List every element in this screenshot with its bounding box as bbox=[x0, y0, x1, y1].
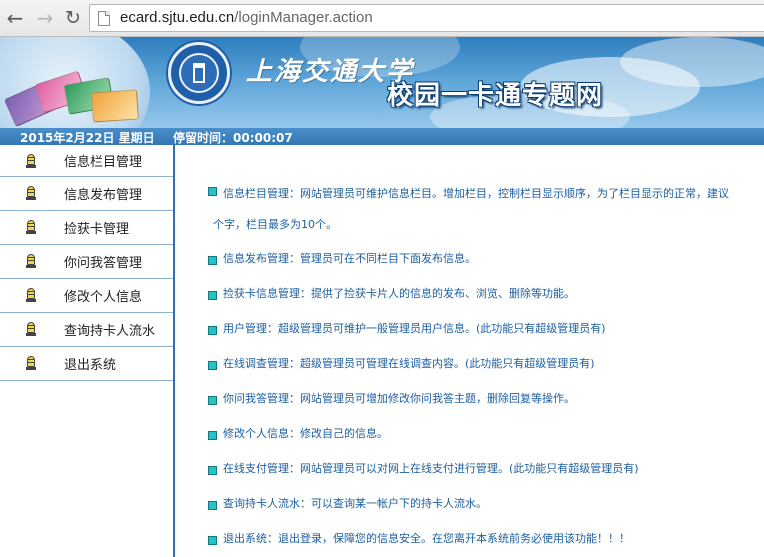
sidebar-item-cardholder-transactions[interactable]: 查询持卡人流水 bbox=[0, 313, 173, 347]
bullet-square-icon bbox=[208, 326, 217, 335]
site-title: 校园一卡通专题网 bbox=[387, 81, 604, 111]
description-item: 信息栏目管理：网站管理员可维护信息栏目。增加栏目，控制栏目显示顺序，为了栏目显示… bbox=[223, 187, 729, 200]
description-item: 查询持卡人流水：可以查询某一帐户下的持卡人流水。 bbox=[223, 497, 487, 510]
pencil-icon bbox=[26, 254, 36, 268]
pencil-icon bbox=[26, 322, 36, 336]
pencil-icon bbox=[26, 356, 36, 370]
sidebar-item-logout[interactable]: 退出系统 bbox=[0, 347, 173, 381]
campus-card-graphic bbox=[91, 89, 139, 123]
bullet-square-icon bbox=[208, 431, 217, 440]
bullet-square-icon bbox=[208, 187, 217, 196]
reload-icon[interactable]: ↻ bbox=[62, 7, 84, 29]
url-text[interactable]: ecard.sjtu.edu.cn/loginManager.action bbox=[120, 9, 373, 26]
url-host: ecard.sjtu.edu.cn bbox=[120, 9, 235, 26]
sidebar-item-label: 修改个人信息 bbox=[64, 290, 143, 305]
sidebar-item-label: 你问我答管理 bbox=[64, 256, 143, 271]
description-item: 退出系统：退出登录，保障您的信息安全。在您离开本系统前务必使用该功能！！！ bbox=[223, 532, 630, 545]
sidebar-item-label: 退出系统 bbox=[64, 358, 117, 373]
stay-timer: 停留时间：00:00:07 bbox=[173, 131, 293, 145]
description-item: 捡获卡信息管理：提供了捡获卡片人的信息的发布、浏览、删除等功能。 bbox=[223, 287, 575, 300]
description-item: 你问我答管理：网站管理员可增加修改你问我答主题，删除回复等操作。 bbox=[223, 392, 575, 405]
bullet-square-icon bbox=[208, 361, 217, 370]
site-banner: 上海交通大学 校园一卡通专题网 bbox=[0, 37, 764, 132]
description-item-continuation: 个字，栏目最多为10个。 bbox=[213, 218, 337, 231]
description-item: 用户管理：超级管理员可维护一般管理员用户信息。(此功能只有超级管理员有) bbox=[223, 322, 606, 335]
sidebar-item-qa-management[interactable]: 你问我答管理 bbox=[0, 245, 173, 279]
bullet-square-icon bbox=[208, 536, 217, 545]
forward-arrow-icon[interactable]: → bbox=[34, 7, 56, 29]
sidebar-item-label: 查询持卡人流水 bbox=[64, 324, 156, 339]
status-bar: 2015年2月22日 星期日 停留时间：00:00:07 bbox=[0, 128, 764, 145]
sidebar-item-publish-management[interactable]: 信息发布管理 bbox=[0, 177, 173, 211]
sidebar-item-column-management[interactable]: 信息栏目管理 bbox=[0, 145, 173, 177]
university-emblem-logo bbox=[168, 42, 230, 104]
sidebar-item-edit-profile[interactable]: 修改个人信息 bbox=[0, 279, 173, 313]
bullet-square-icon bbox=[208, 466, 217, 475]
page-icon bbox=[98, 11, 110, 26]
sidebar-menu: 信息栏目管理 信息发布管理 捡获卡管理 你问我答管理 修改个人信息 查询持卡人流… bbox=[0, 145, 173, 557]
url-path: /loginManager.action bbox=[234, 9, 373, 26]
bullet-square-icon bbox=[208, 501, 217, 510]
bullet-square-icon bbox=[208, 256, 217, 265]
browser-toolbar: ← → ↻ ecard.sjtu.edu.cn/loginManager.act… bbox=[0, 0, 764, 37]
pencil-icon bbox=[26, 186, 36, 200]
bullet-square-icon bbox=[208, 291, 217, 300]
sidebar-item-label: 信息发布管理 bbox=[64, 188, 143, 203]
back-arrow-icon[interactable]: ← bbox=[4, 7, 26, 29]
pencil-icon bbox=[26, 288, 36, 302]
description-item: 信息发布管理：管理员可在不同栏目下面发布信息。 bbox=[223, 252, 476, 265]
bullet-square-icon bbox=[208, 396, 217, 405]
description-item: 在线支付管理：网站管理员可以对网上在线支付进行管理。(此功能只有超级管理员有) bbox=[223, 462, 639, 475]
main-content: 信息栏目管理：网站管理员可维护信息栏目。增加栏目，控制栏目显示顺序，为了栏目显示… bbox=[173, 145, 764, 557]
address-bar[interactable]: ecard.sjtu.edu.cn/loginManager.action bbox=[89, 4, 764, 32]
sidebar-item-label: 信息栏目管理 bbox=[64, 155, 143, 170]
current-date: 2015年2月22日 星期日 bbox=[20, 131, 155, 145]
description-item: 在线调查管理：超级管理员可管理在线调查内容。(此功能只有超级管理员有) bbox=[223, 357, 595, 370]
pencil-icon bbox=[26, 220, 36, 234]
description-item: 修改个人信息：修改自己的信息。 bbox=[223, 427, 388, 440]
pencil-icon bbox=[26, 154, 36, 168]
sidebar-item-label: 捡获卡管理 bbox=[64, 222, 130, 237]
sidebar-item-found-card-management[interactable]: 捡获卡管理 bbox=[0, 211, 173, 245]
